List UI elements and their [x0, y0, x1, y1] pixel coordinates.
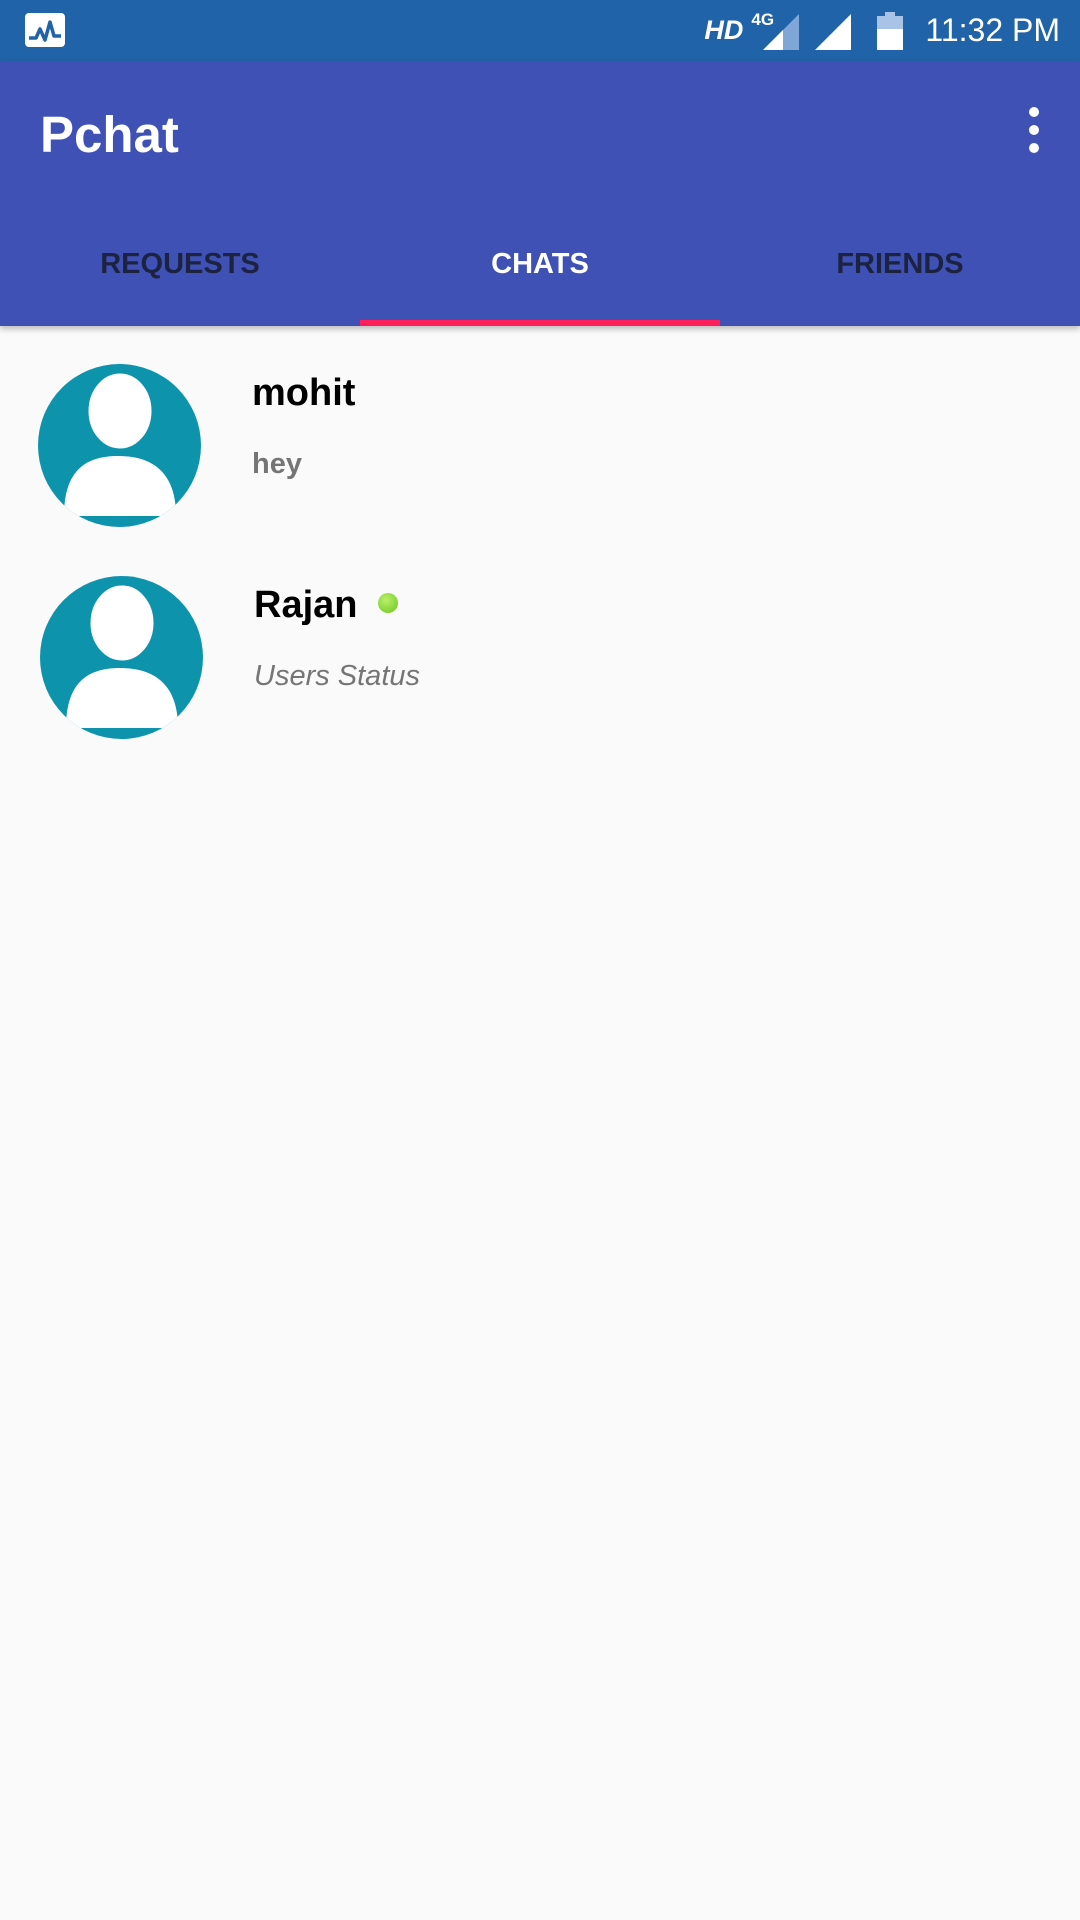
- status-icons: HD 4G 11:32 PM: [704, 0, 1060, 61]
- status-bar: HD 4G 11:32 PM: [0, 0, 1080, 61]
- clock: 11:32 PM: [925, 12, 1060, 48]
- chat-status-message: Users Status: [254, 660, 420, 692]
- tab-bar: REQUESTS CHATS FRIENDS: [0, 211, 1080, 326]
- app-bar: Pchat REQUESTS CHATS FRIENDS: [0, 61, 1080, 326]
- tab-chats[interactable]: CHATS: [360, 211, 720, 326]
- chat-name: mohit: [252, 372, 356, 414]
- chat-list-item[interactable]: mohit hey: [0, 364, 1080, 564]
- activity-monitor-icon: [25, 13, 65, 47]
- signal-strength-icon: [815, 13, 852, 50]
- default-user-icon: [64, 368, 176, 516]
- more-vert-icon[interactable]: [1022, 107, 1046, 153]
- online-indicator-icon: [378, 593, 398, 613]
- battery-icon: [877, 11, 904, 50]
- signal-4g-icon: 4G: [751, 10, 800, 50]
- chat-last-message: hey: [252, 448, 302, 480]
- network-label: HD: [704, 15, 744, 45]
- avatar: [38, 364, 201, 527]
- avatar: [40, 576, 203, 739]
- tab-requests[interactable]: REQUESTS: [0, 211, 360, 326]
- app-title: Pchat: [40, 106, 179, 163]
- chat-list-item[interactable]: Rajan Users Status: [0, 576, 1080, 776]
- chat-name: Rajan: [254, 584, 358, 626]
- tab-friends[interactable]: FRIENDS: [720, 211, 1080, 326]
- default-user-icon: [66, 580, 178, 728]
- network-type-label: 4G: [751, 9, 775, 29]
